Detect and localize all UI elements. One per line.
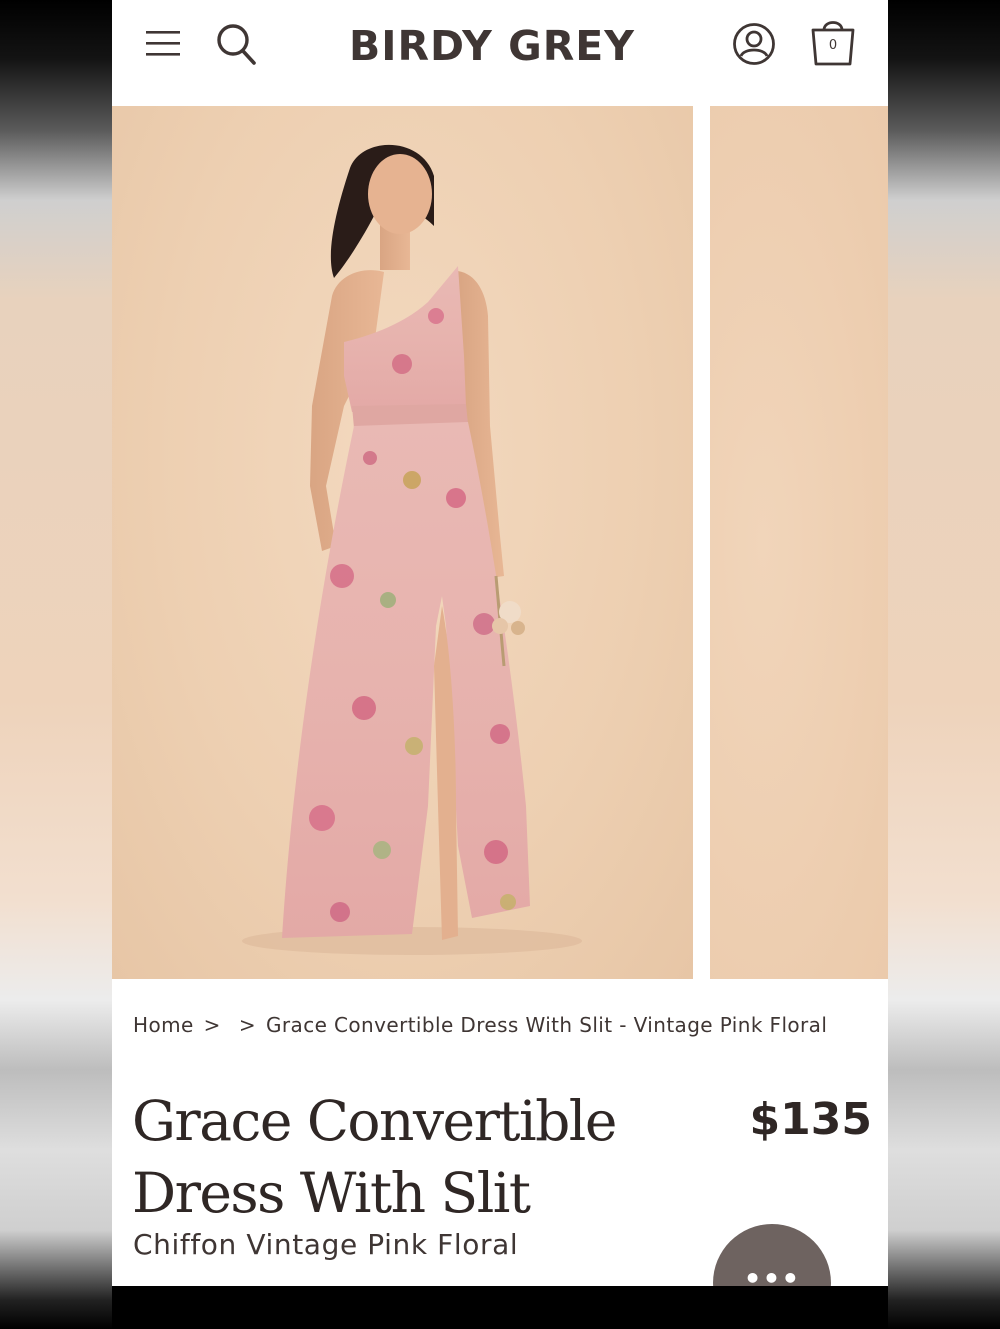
account-icon[interactable]	[732, 22, 776, 66]
product-subtitle: Chiffon Vintage Pink Floral	[133, 1228, 519, 1261]
product-title-line1: Grace Convertible	[132, 1089, 617, 1153]
bottom-black-bar	[112, 1286, 888, 1329]
cart-count-badge: 0	[828, 38, 838, 53]
product-price: $135	[749, 1094, 872, 1145]
site-header: BIRDY GREY 0	[112, 0, 888, 92]
model-dress-illustration	[242, 144, 582, 955]
mobile-screen: BIRDY GREY 0 Home > > Grace Convertible …	[112, 0, 888, 1329]
search-icon[interactable]	[214, 20, 258, 66]
hamburger-menu-icon[interactable]	[144, 26, 182, 60]
breadcrumb-separator: >	[203, 1013, 221, 1037]
breadcrumb-separator: >	[238, 1013, 257, 1037]
product-image-main[interactable]	[112, 106, 693, 979]
breadcrumb-home-link[interactable]: Home	[133, 1013, 194, 1037]
breadcrumb: Home > > Grace Convertible Dress With Slit …	[133, 1010, 833, 1040]
shopping-bag-button[interactable]: 0	[808, 16, 858, 68]
brand-logo[interactable]: BIRDY GREY	[312, 16, 672, 76]
product-title-line2: Dress With Slit	[132, 1161, 531, 1225]
product-image-next[interactable]	[710, 106, 888, 979]
breadcrumb-current: Grace Convertible Dress With Slit - Vint…	[266, 1013, 828, 1037]
product-title: Grace Convertible Dress With Slit	[132, 1085, 652, 1229]
product-image-gallery[interactable]	[112, 106, 888, 979]
